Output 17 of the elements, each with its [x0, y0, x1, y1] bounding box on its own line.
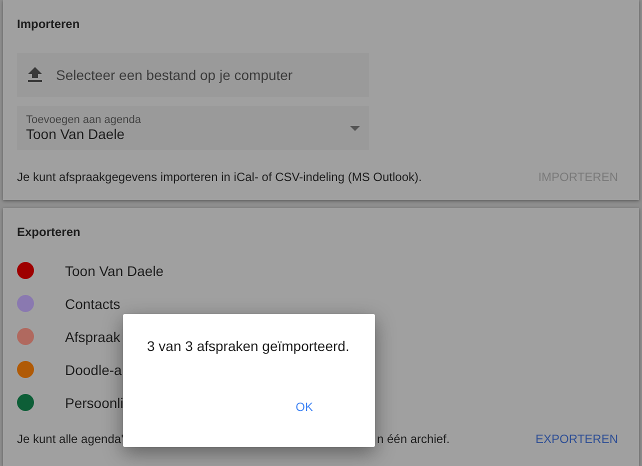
ok-button[interactable]: OK [288, 394, 321, 420]
calendar-dropdown[interactable]: Toevoegen aan agenda Toon Van Daele [17, 106, 369, 150]
export-hint: Je kunt alle agenda' [17, 432, 124, 446]
calendar-name: Persoonli [65, 394, 124, 410]
upload-icon [28, 67, 42, 83]
export-hint: n één archief. [377, 432, 451, 446]
calendar-name: Contacts [65, 296, 120, 312]
section-title: Exporteren [17, 225, 82, 239]
file-upload-button[interactable]: Selecteer een bestand op je computer [17, 53, 369, 97]
calendar-name: Afspraak [65, 328, 120, 344]
dialog-message: 3 van 3 afspraken geïmporteerd. [147, 338, 350, 354]
import-hint: Je kunt afspraakgegevens importeren in iCal- of CSV-indeling (MS Outlook). [17, 170, 422, 184]
calendar-name: Toon Van Daele [65, 262, 164, 278]
caret-icon [350, 126, 360, 130]
section-title: Importeren [17, 17, 81, 31]
export-button[interactable]: EXPORTEREN [528, 428, 625, 450]
calendar-name: Doodle-a [65, 362, 122, 378]
